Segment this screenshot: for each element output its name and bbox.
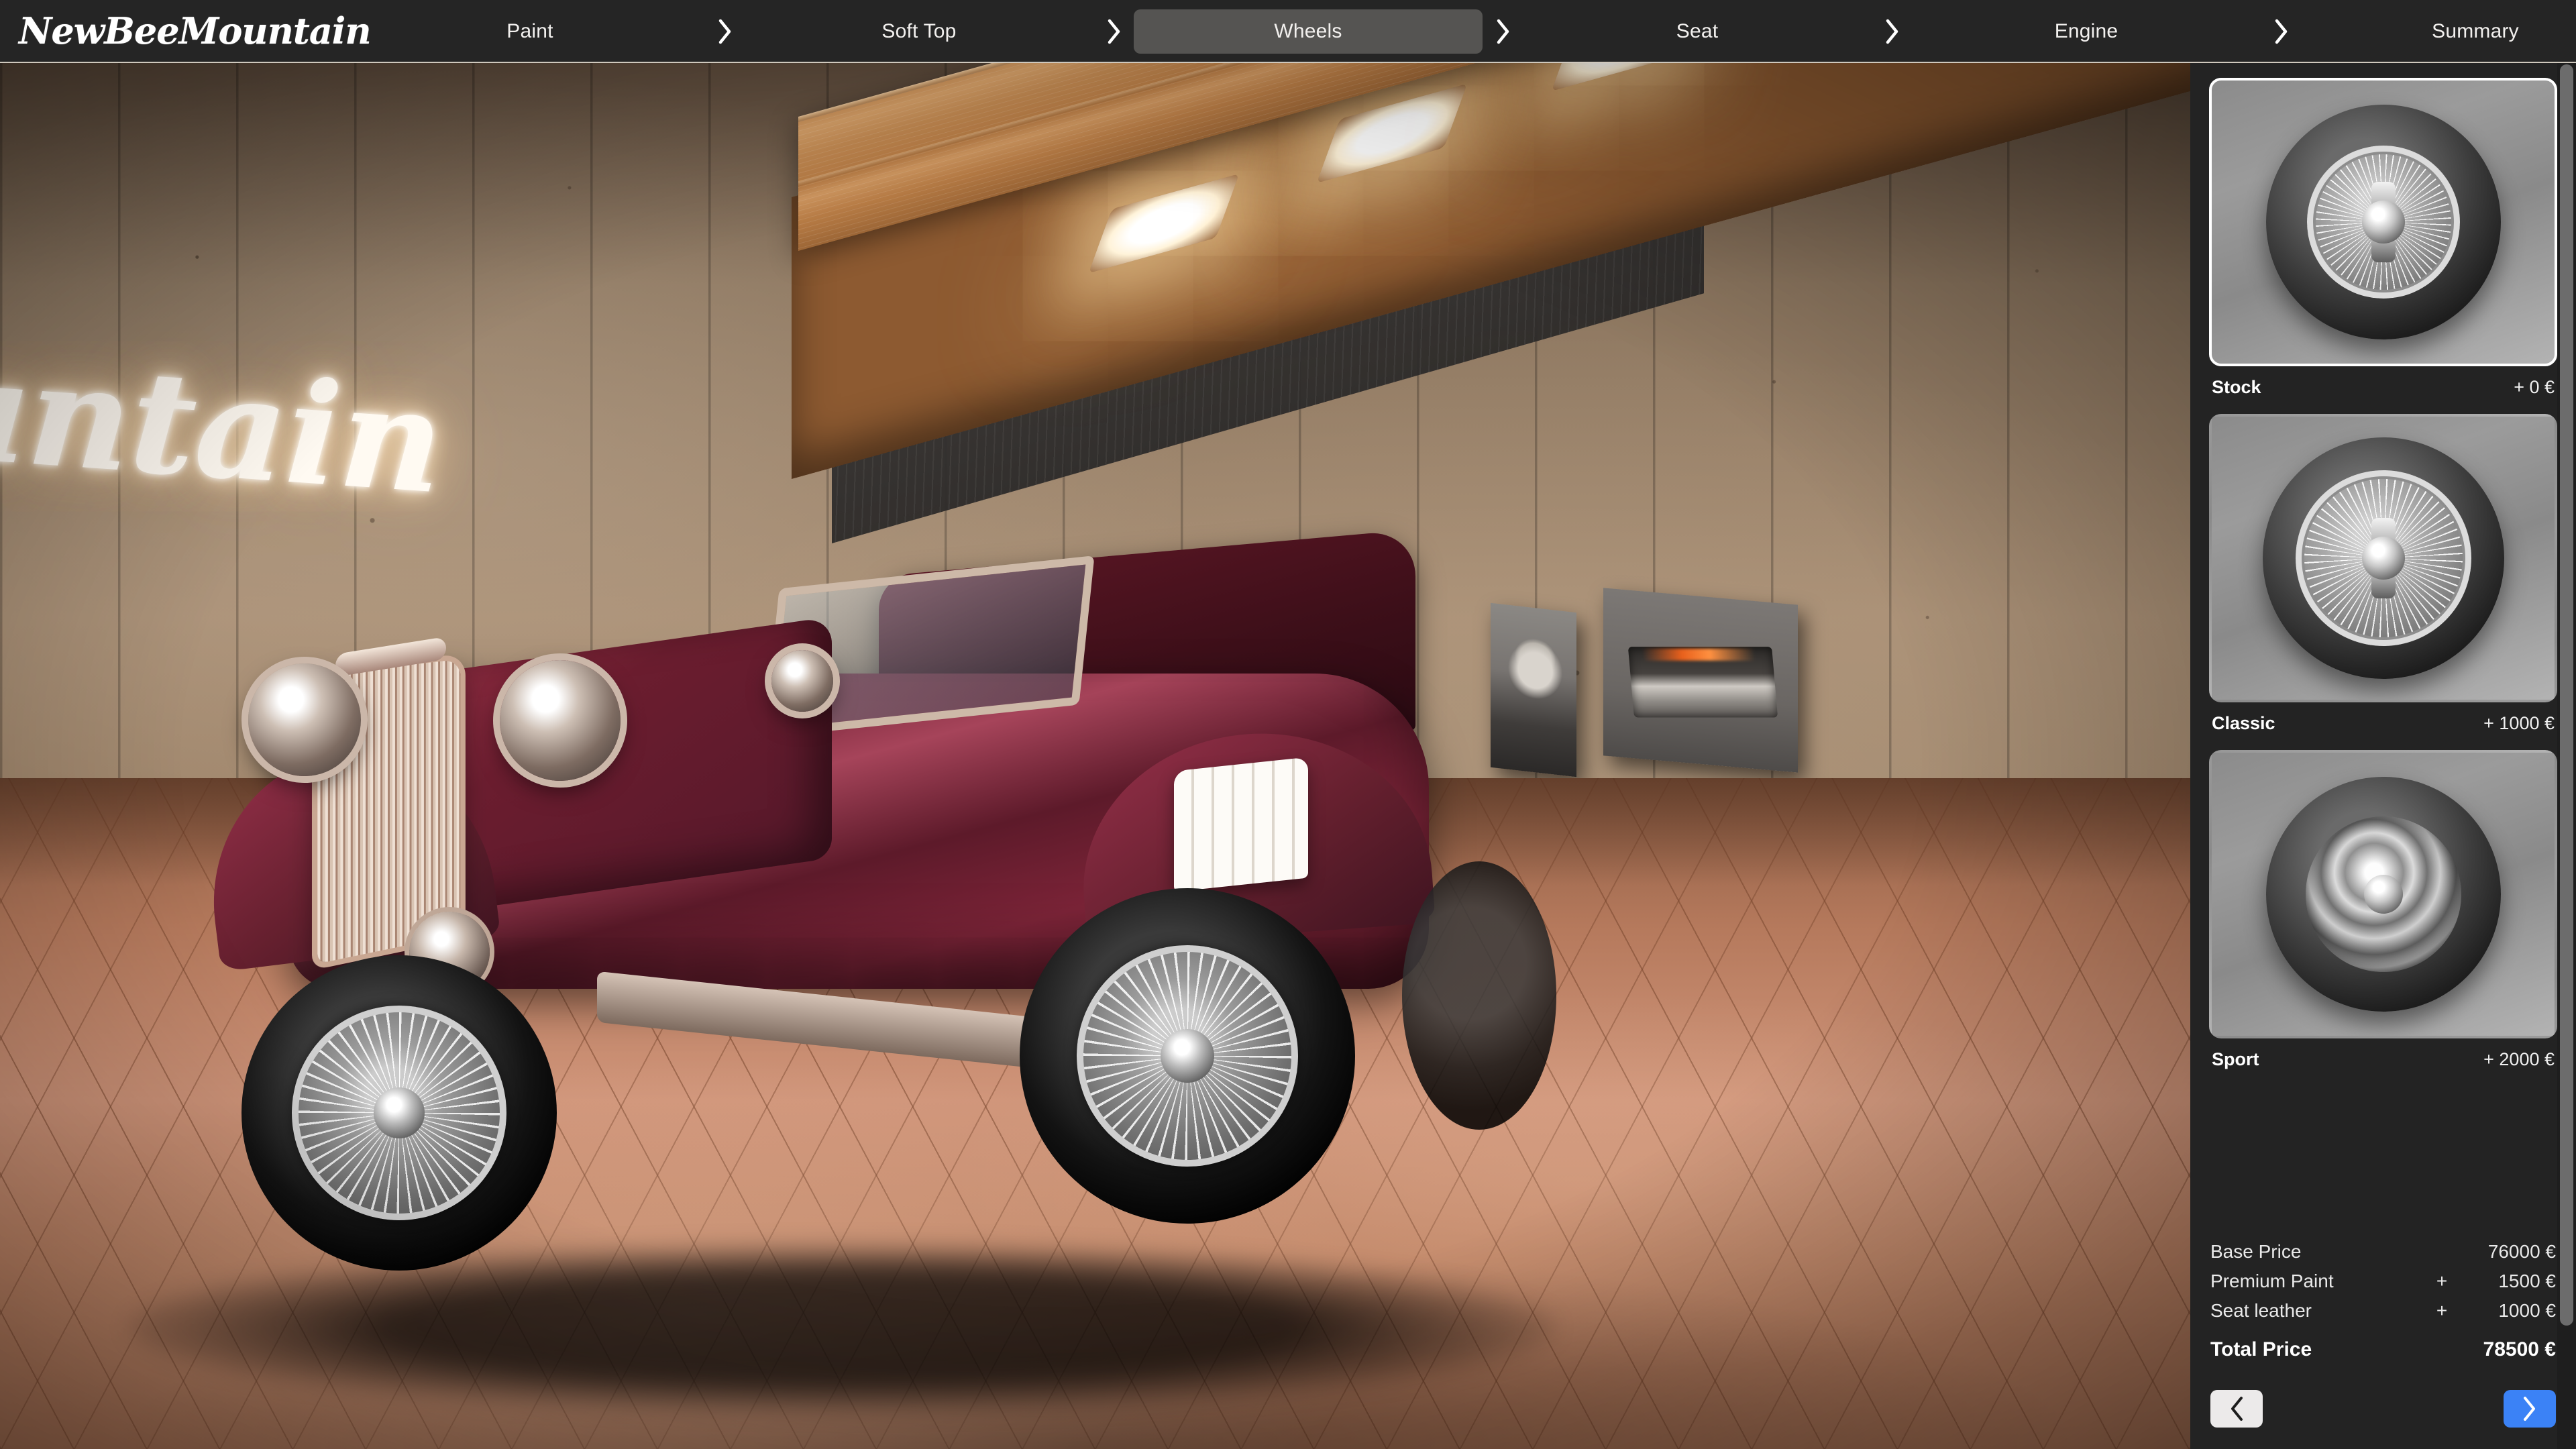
wheel-option-price: + 0 €: [2514, 377, 2555, 398]
wheel-option-row: Stock + 0 €: [2209, 366, 2557, 398]
wheel-options-list: Stock + 0 € Classic + 1000 € Sport + 2000 €: [2190, 63, 2576, 1233]
wheel-option-price: + 1000 €: [2483, 713, 2555, 734]
wheel-option-row: Sport + 2000 €: [2209, 1038, 2557, 1070]
back-button[interactable]: [2210, 1390, 2263, 1428]
price-line-value: 1500 €: [2455, 1267, 2556, 1296]
chevron-right-icon: [716, 17, 733, 46]
ceiling-light-3: [1552, 63, 1703, 91]
engine-glow: [1642, 648, 1756, 660]
chevron-right-icon: [2521, 1395, 2538, 1422]
car-configurator-app: NewBeeMountain Paint Soft Top Wheels Seat En…: [0, 0, 2576, 1449]
car-wheel-rear-far: [1402, 861, 1556, 1130]
price-line-label: Base Price: [2210, 1237, 2428, 1267]
next-button[interactable]: [2504, 1390, 2556, 1428]
chevron-right-icon: [1883, 17, 1900, 46]
nav-step-seat[interactable]: Seat: [1523, 9, 1872, 54]
nav-step-summary[interactable]: Summary: [2301, 9, 2576, 54]
price-total-value: 78500 €: [2455, 1331, 2556, 1368]
price-line-value: 76000 €: [2455, 1237, 2556, 1267]
nav-separator-1: [1093, 17, 1134, 46]
car-headlamp-right: [500, 660, 621, 781]
wheel-thumb-sport[interactable]: [2209, 750, 2557, 1038]
car-model[interactable]: [87, 533, 1630, 1432]
price-line-label: Premium Paint: [2210, 1267, 2428, 1296]
price-summary-panel: Base Price76000 €Premium Paint+1500 €Sea…: [2190, 1233, 2576, 1368]
price-line: Base Price 76000 €: [2210, 1237, 2556, 1267]
chevron-right-icon: [1105, 17, 1122, 46]
price-line-plus: +: [2428, 1267, 2455, 1296]
car-wheel-front: [241, 955, 557, 1271]
options-sidebar: Stock + 0 € Classic + 1000 € Sport + 2000 € B…: [2190, 63, 2576, 1449]
nav-step-paint[interactable]: Paint: [356, 9, 704, 54]
wall-picture-engine: [1603, 588, 1798, 772]
app-body: ountain: [0, 63, 2576, 1449]
price-line-value: 1000 €: [2455, 1296, 2556, 1326]
wheel-option-label: Stock: [2212, 377, 2261, 398]
chevron-right-icon: [1494, 17, 1511, 46]
nav-separator-0: [704, 17, 745, 46]
chevron-right-icon: [2272, 17, 2290, 46]
wheel-option-label: Classic: [2212, 713, 2275, 734]
ceiling-light-1: [1089, 174, 1240, 273]
price-line-label: Seat leather: [2210, 1296, 2428, 1326]
wheel-thumb-stock[interactable]: [2209, 78, 2557, 366]
nav-separator-2: [1483, 17, 1523, 46]
nav-separator-4: [2261, 17, 2301, 46]
wheel-option-sport[interactable]: Sport + 2000 €: [2209, 750, 2557, 1070]
nav-step-soft-top[interactable]: Soft Top: [745, 9, 1093, 54]
price-line-plus: +: [2428, 1296, 2455, 1326]
price-total-label: Total Price: [2210, 1331, 2428, 1368]
car-3d-viewport[interactable]: ountain: [0, 63, 2190, 1449]
price-line: Premium Paint+1500 €: [2210, 1267, 2556, 1296]
car-wheel-rear: [1020, 888, 1355, 1224]
sidebar-footer-nav: [2190, 1368, 2576, 1449]
wheel-option-price: + 2000 €: [2483, 1049, 2555, 1070]
nav-step-engine[interactable]: Engine: [1912, 9, 2261, 54]
car-side-lamp: [771, 650, 833, 712]
wheel-option-classic[interactable]: Classic + 1000 €: [2209, 414, 2557, 734]
wheel-option-stock[interactable]: Stock + 0 €: [2209, 78, 2557, 398]
wheel-thumb-classic[interactable]: [2209, 414, 2557, 702]
sidebar-scrollbar[interactable]: [2557, 63, 2576, 1449]
price-total-row: Total Price 78500 €: [2210, 1331, 2556, 1368]
wheel-option-label: Sport: [2212, 1049, 2259, 1070]
configurator-step-nav: Paint Soft Top Wheels Seat Engine Summary: [356, 0, 2576, 63]
price-line: Seat leather+1000 €: [2210, 1296, 2556, 1326]
chevron-left-icon: [2228, 1395, 2245, 1422]
nav-step-wheels[interactable]: Wheels: [1134, 9, 1483, 54]
car-headlamp-left: [248, 663, 361, 776]
sidebar-scrollbar-thumb[interactable]: [2560, 64, 2573, 1326]
brand-logo[interactable]: NewBeeMountain: [19, 13, 371, 49]
app-header: NewBeeMountain Paint Soft Top Wheels Seat En…: [0, 0, 2576, 63]
nav-separator-3: [1872, 17, 1912, 46]
wheel-option-row: Classic + 1000 €: [2209, 702, 2557, 734]
car-seat: [1174, 757, 1308, 892]
